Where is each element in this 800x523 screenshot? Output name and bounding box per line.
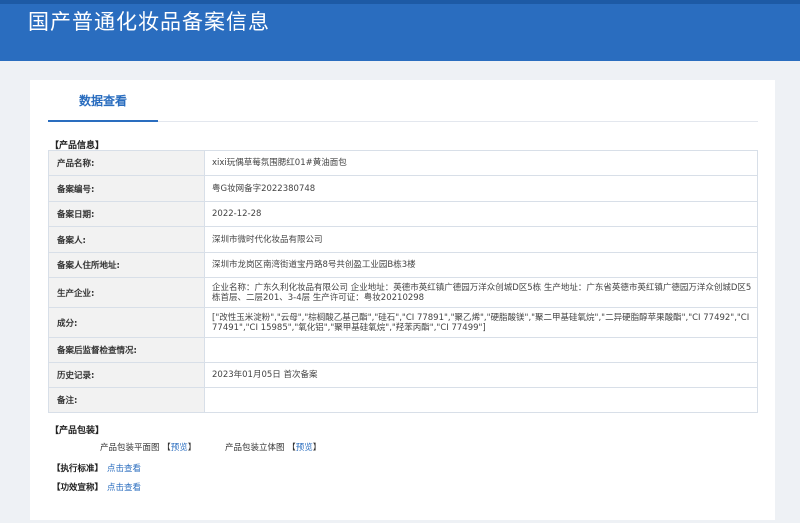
row-label-filing-number: 备案编号: xyxy=(48,175,205,202)
packaging-row: 产品包装平面图 【预览】 产品包装立体图 【预览】 xyxy=(100,441,321,453)
row-value-ingredients: ["改性玉米淀粉","云母","棕榈酸乙基己酯","硅石","CI 77891"… xyxy=(204,307,758,338)
row-label-filer: 备案人: xyxy=(48,226,205,253)
header-banner: 国产普通化妆品备案信息 xyxy=(0,0,800,61)
row-label-remarks: 备注: xyxy=(48,387,205,413)
page-title: 国产普通化妆品备案信息 xyxy=(28,10,270,34)
row-value-inspection xyxy=(204,337,758,363)
row-value-remarks xyxy=(204,387,758,413)
standard-view-link[interactable]: 点击查看 xyxy=(107,464,141,474)
preview-flat-link[interactable]: 预览 xyxy=(171,443,188,453)
table-row: 备案编号: 粤G妆网备字2022380748 xyxy=(48,175,758,202)
row-label-inspection: 备案后监督检查情况: xyxy=(48,337,205,363)
efficacy-row: 【功效宣称】 点击查看 xyxy=(52,481,141,493)
tab-data-view[interactable]: 数据查看 xyxy=(48,80,158,122)
table-row: 备案人: 深圳市微时代化妆品有限公司 xyxy=(48,226,758,253)
table-row: 历史记录: 2023年01月05日 首次备案 xyxy=(48,362,758,388)
table-row: 生产企业: 企业名称：广东久利化妆品有限公司 企业地址：英德市英红镇广德园万洋众… xyxy=(48,277,758,308)
row-label-product-name: 产品名称: xyxy=(48,150,205,176)
packaging-stereo-label: 产品包装立体图 xyxy=(225,443,285,453)
row-label-manufacturer: 生产企业: xyxy=(48,277,205,308)
table-row: 备案日期: 2022-12-28 xyxy=(48,201,758,227)
standard-label: 【执行标准】 xyxy=(52,464,104,474)
content-card: 数据查看 【产品信息】 产品名称: xixi玩偶草莓氛围腮红01#黄油面包 备案… xyxy=(30,80,775,520)
bracket-open: 【 xyxy=(162,443,171,453)
table-row: 成分: ["改性玉米淀粉","云母","棕榈酸乙基己酯","硅石","CI 77… xyxy=(48,307,758,338)
table-row: 备案后监督检查情况: xyxy=(48,337,758,363)
preview-stereo-link[interactable]: 预览 xyxy=(296,443,313,453)
row-value-history: 2023年01月05日 首次备案 xyxy=(204,362,758,388)
efficacy-view-link[interactable]: 点击查看 xyxy=(107,483,141,493)
row-value-manufacturer: 企业名称：广东久利化妆品有限公司 企业地址：英德市英红镇广德园万洋众创城D区5栋… xyxy=(204,277,758,308)
row-label-history: 历史记录: xyxy=(48,362,205,388)
table-row: 备注: xyxy=(48,387,758,413)
row-value-filer: 深圳市微时代化妆品有限公司 xyxy=(204,226,758,253)
row-value-filing-date: 2022-12-28 xyxy=(204,201,758,227)
bracket-close: 】 xyxy=(312,443,322,453)
row-label-filing-date: 备案日期: xyxy=(48,201,205,227)
table-row: 产品名称: xixi玩偶草莓氛围腮红01#黄油面包 xyxy=(48,150,758,176)
packaging-flat-label: 产品包装平面图 xyxy=(100,443,160,453)
efficacy-label: 【功效宣称】 xyxy=(52,483,104,493)
packaging-section-title: 【产品包装】 xyxy=(50,426,105,436)
product-info-table: 产品名称: xixi玩偶草莓氛围腮红01#黄油面包 备案编号: 粤G妆网备字20… xyxy=(48,150,758,413)
bracket-open: 【 xyxy=(287,443,296,453)
row-value-filing-number: 粤G妆网备字2022380748 xyxy=(204,175,758,202)
table-row: 备案人住所地址: 深圳市龙岗区南湾街道宝丹路8号共创盈工业园B栋3楼 xyxy=(48,252,758,278)
tab-bar: 数据查看 xyxy=(48,80,758,122)
row-value-filer-address: 深圳市龙岗区南湾街道宝丹路8号共创盈工业园B栋3楼 xyxy=(204,252,758,278)
bracket-close: 】 xyxy=(187,443,197,453)
standard-row: 【执行标准】 点击查看 xyxy=(52,462,141,474)
row-label-ingredients: 成分: xyxy=(48,307,205,338)
row-label-filer-address: 备案人住所地址: xyxy=(48,252,205,278)
row-value-product-name: xixi玩偶草莓氛围腮红01#黄油面包 xyxy=(204,150,758,176)
packaging-flat-item: 产品包装平面图 【预览】 xyxy=(100,443,196,453)
header-topline xyxy=(0,0,800,4)
packaging-stereo-item: 产品包装立体图 【预览】 xyxy=(225,441,321,453)
